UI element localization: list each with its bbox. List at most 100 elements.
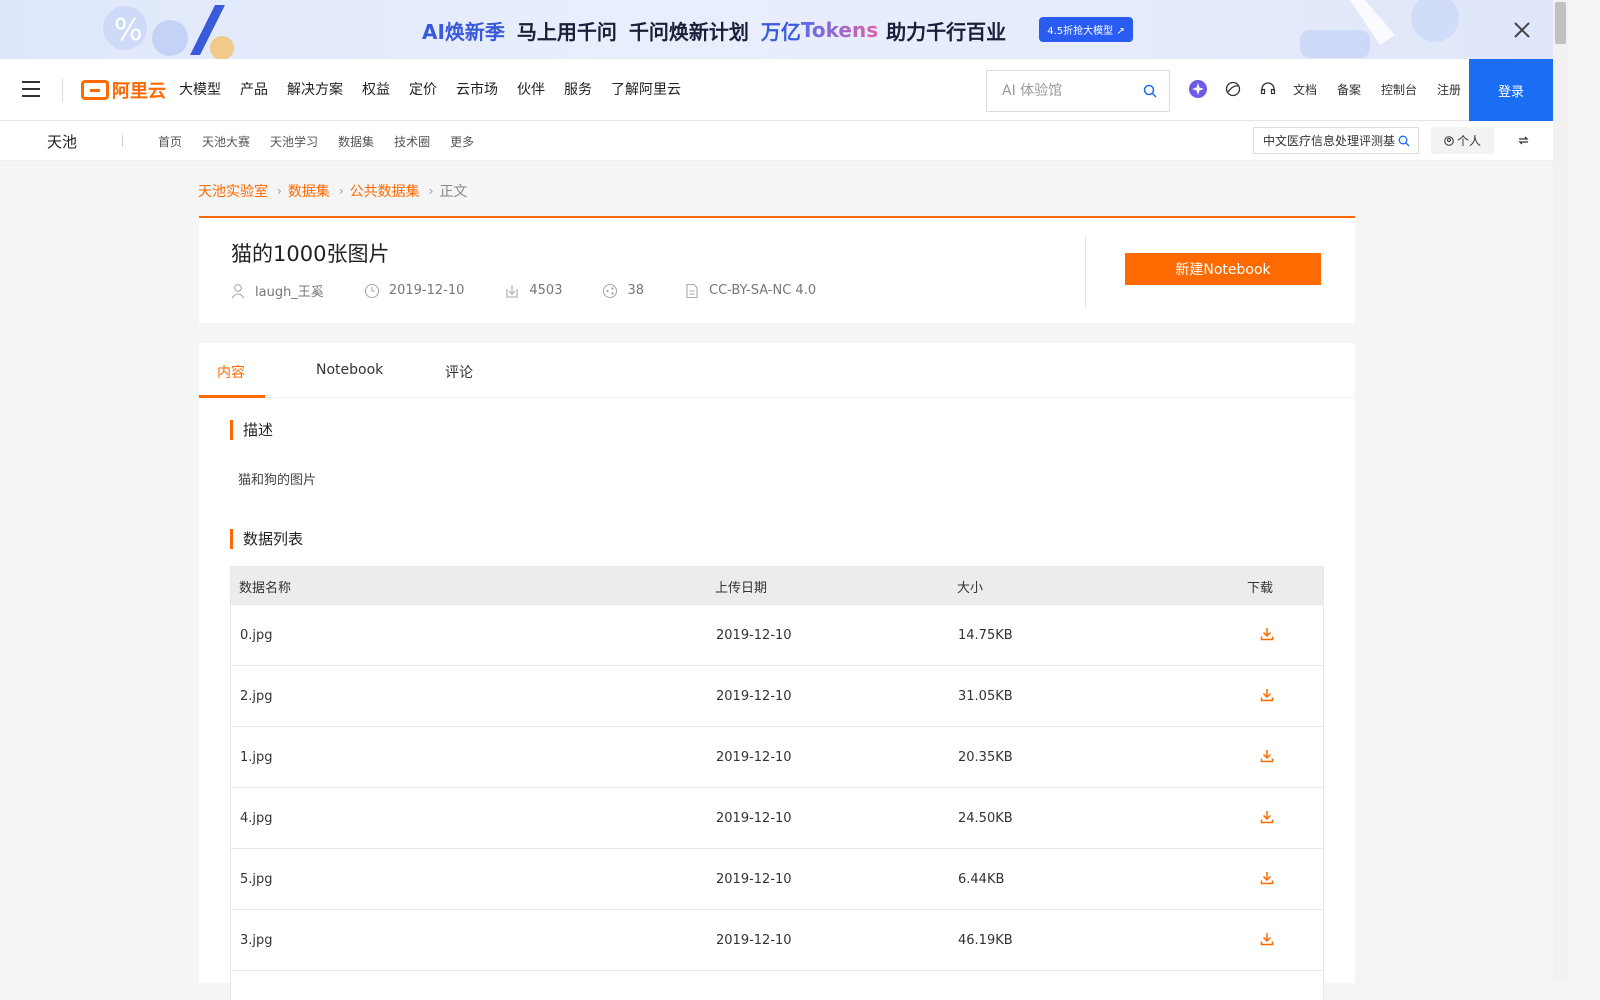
nav-link-docs[interactable]: 文档 [1293, 81, 1317, 98]
download-icon[interactable] [1260, 627, 1274, 641]
divider [1085, 236, 1086, 308]
dataset-header: 猫的1000张图片 laugh_王奚 2019-12-10 4503 38 CC… [199, 216, 1355, 323]
download-icon[interactable] [1260, 749, 1274, 763]
nav-link-beian[interactable]: 备案 [1337, 81, 1361, 98]
main-nav-menu: 大模型 产品 解决方案 权益 定价 云市场 伙伴 服务 了解阿里云 [179, 79, 700, 99]
description-heading: 描述 [230, 420, 273, 440]
close-icon[interactable] [1512, 20, 1532, 40]
nav-link-console[interactable]: 控制台 [1381, 81, 1417, 98]
file-size: 46.19KB [958, 933, 1013, 948]
tianchi-brand[interactable]: 天池 [47, 131, 77, 152]
login-button[interactable]: 登录 [1469, 59, 1553, 121]
nav-item[interactable]: 定价 [409, 79, 437, 99]
column-header-download: 下载 [1247, 581, 1274, 596]
aliyun-logo-icon [81, 80, 109, 100]
banner-text: 万亿 [760, 19, 801, 44]
search-value: 中文医疗信息处理评测基 [1263, 134, 1396, 148]
file-name: 5.jpg [240, 872, 273, 887]
breadcrumb-item[interactable]: 天池实验室 [198, 181, 268, 201]
user-icon [231, 283, 245, 298]
file-size: 6.44KB [958, 872, 1005, 887]
active-tab-indicator [199, 395, 265, 398]
headset-icon[interactable] [1258, 79, 1278, 99]
subnav-item[interactable]: 天池大赛 [202, 133, 250, 150]
banner-text: Tokens [800, 18, 879, 42]
created-date: 2019-12-10 [388, 283, 465, 298]
tab-comments[interactable]: 评论 [445, 362, 473, 382]
promo-banner[interactable]: % AI焕新季 马上用千问 千问焕新计划 万亿 Tokens 助力千行百业 4.… [0, 0, 1568, 59]
upload-date: 2019-12-10 [716, 811, 792, 826]
page-scrollbar[interactable] [1553, 0, 1568, 980]
switch-icon[interactable] [1517, 134, 1530, 147]
column-header-name: 数据名称 [239, 581, 292, 596]
breadcrumb-item[interactable]: 公共数据集 [350, 181, 420, 201]
search-input[interactable] [987, 71, 1137, 111]
nav-item[interactable]: 云市场 [456, 79, 498, 99]
scrollbar-thumb[interactable] [1555, 2, 1566, 44]
meta-license: CC-BY-SA-NC 4.0 [684, 283, 816, 299]
site-search [986, 70, 1170, 112]
ai-assistant-icon[interactable] [1188, 79, 1208, 99]
banner-text: 马上用千问 [516, 19, 617, 44]
personal-button[interactable]: 个人 [1431, 127, 1494, 154]
upload-date: 2019-12-10 [716, 933, 792, 948]
nav-item[interactable]: 权益 [362, 79, 390, 99]
upload-date: 2019-12-10 [716, 750, 792, 765]
subnav-item[interactable]: 更多 [450, 133, 474, 150]
download-count-icon [506, 284, 518, 298]
table-row: 2.jpg 2019-12-10 31.05KB [231, 665, 1323, 726]
chevron-right-icon: › [338, 184, 344, 198]
tab-notebook[interactable]: Notebook [316, 362, 383, 378]
content-tabs: 内容 Notebook 评论 [199, 343, 1355, 398]
dataset-meta: laugh_王奚 2019-12-10 4503 38 CC-BY-SA-NC … [230, 281, 856, 300]
nav-item[interactable]: 了解阿里云 [611, 79, 681, 99]
globe-icon[interactable] [1223, 79, 1243, 99]
download-icon[interactable] [1260, 932, 1274, 946]
license-text: CC-BY-SA-NC 4.0 [709, 283, 817, 298]
document-icon [686, 283, 698, 298]
banner-headline: AI焕新季 马上用千问 千问焕新计划 万亿 Tokens 助力千行百业 [422, 14, 1006, 46]
new-notebook-button[interactable]: 新建Notebook [1125, 253, 1321, 285]
nav-link-register[interactable]: 注册 [1437, 81, 1461, 98]
table-row: 1.jpg 2019-12-10 20.35KB [231, 726, 1323, 787]
upload-date: 2019-12-10 [716, 872, 792, 887]
subnav-item[interactable]: 技术圈 [394, 133, 430, 150]
search-icon[interactable] [1143, 84, 1157, 98]
file-name: 3.jpg [240, 933, 273, 948]
data-list-heading: 数据列表 [230, 529, 303, 549]
download-icon[interactable] [1260, 688, 1274, 702]
table-row: 3.jpg 2019-12-10 46.19KB [231, 909, 1323, 970]
tianchi-search-input[interactable]: 中文医疗信息处理评测基 [1253, 127, 1419, 154]
breadcrumb-item[interactable]: 数据集 [288, 181, 330, 201]
banner-cta-button[interactable]: 4.5折抢大模型 ↗ [1039, 17, 1133, 42]
subnav-item[interactable]: 数据集 [338, 133, 374, 150]
percent-coin-decoration-icon: % [103, 5, 234, 59]
nav-item[interactable]: 产品 [240, 79, 268, 99]
top-navigation: 阿里云 大模型 产品 解决方案 权益 定价 云市场 伙伴 服务 了解阿里云 AI… [0, 59, 1553, 121]
banner-ai-label: AI焕新季 [422, 19, 505, 44]
upload-date: 2019-12-10 [716, 628, 792, 643]
svg-text:%: % [114, 13, 143, 48]
hamburger-menu-icon[interactable] [22, 81, 40, 97]
file-name: 4.jpg [240, 811, 273, 826]
chevron-right-icon: › [428, 184, 434, 198]
search-icon[interactable] [1398, 135, 1410, 147]
nav-item[interactable]: 伙伴 [517, 79, 545, 99]
nav-item[interactable]: 大模型 [179, 79, 221, 99]
aliyun-logo[interactable]: 阿里云 [81, 78, 166, 102]
nav-item[interactable]: 解决方案 [287, 79, 343, 99]
download-count: 4503 [529, 283, 563, 298]
download-icon[interactable] [1260, 810, 1274, 824]
download-icon[interactable] [1260, 871, 1274, 885]
nav-item[interactable]: 服务 [564, 79, 592, 99]
file-name: 2.jpg [240, 689, 273, 704]
meta-author: laugh_王奚 [230, 281, 324, 300]
meta-date: 2019-12-10 [364, 283, 465, 299]
table-header: 数据名称 上传日期 大小 下载 [231, 567, 1323, 604]
author-name[interactable]: laugh_王奚 [255, 281, 324, 300]
subnav-item[interactable]: 首页 [158, 133, 182, 150]
user-circle-icon [1444, 135, 1454, 146]
subnav-item[interactable]: 天池学习 [270, 133, 318, 150]
tab-content[interactable]: 内容 [217, 362, 245, 382]
card-decoration-icon [1300, 0, 1459, 58]
